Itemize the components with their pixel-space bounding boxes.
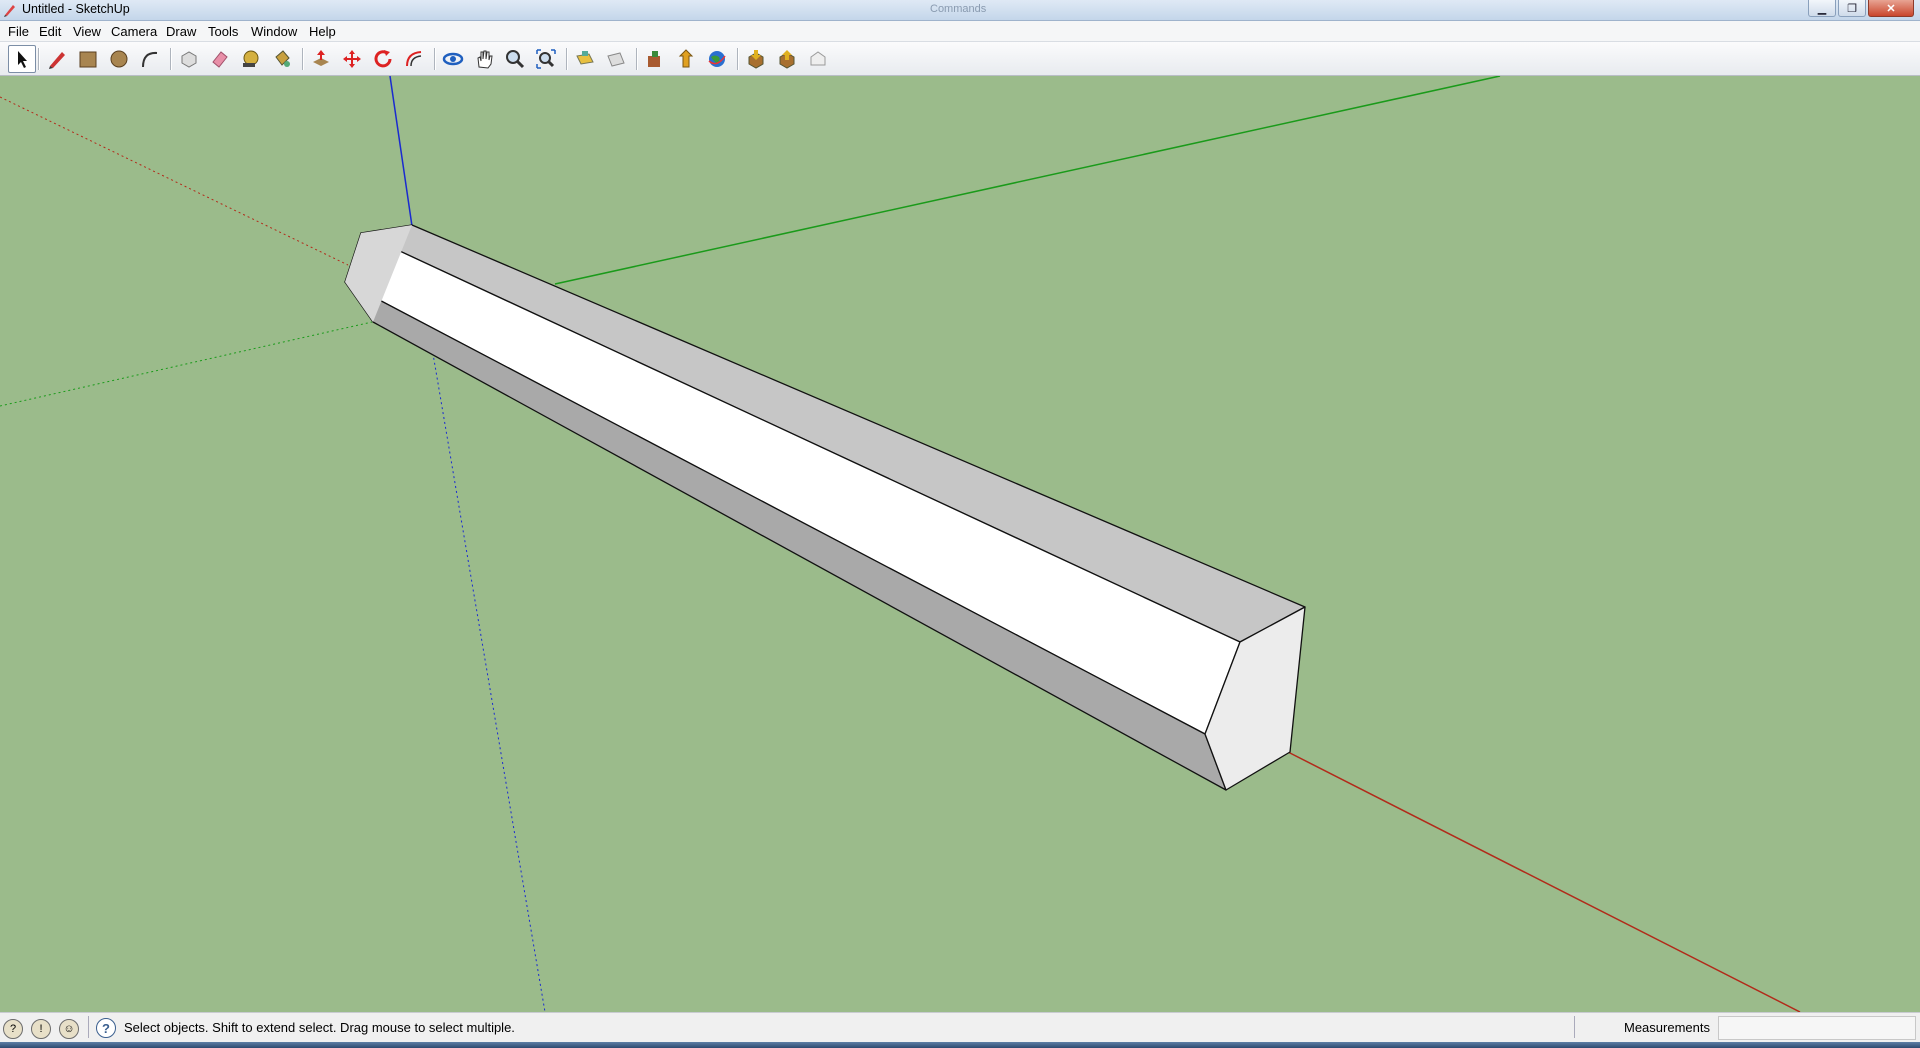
move-tool-button[interactable]: [339, 46, 365, 72]
add-location-icon: [576, 51, 594, 65]
push-pull-icon: [313, 50, 329, 66]
sketchup-app-icon: [4, 5, 15, 17]
blue-axis: [389, 76, 413, 227]
pencil-tool-button[interactable]: [44, 46, 70, 72]
measurements-input[interactable]: [1718, 1016, 1916, 1040]
pan-icon: [477, 50, 493, 69]
green-axis-dotted: [0, 321, 373, 407]
add-location-tool-button[interactable]: [572, 46, 598, 72]
make-component-tool-button[interactable]: [176, 46, 202, 72]
toolbar-separator: [566, 48, 568, 70]
rectangle-icon: [79, 51, 97, 68]
offset-icon: [406, 51, 422, 67]
toolbar-separator: [38, 48, 40, 70]
get-models-icon: [648, 51, 660, 67]
scene-canvas[interactable]: [0, 76, 1920, 1012]
toolbar-separator: [737, 48, 739, 70]
get-models-3d-tool-button[interactable]: [743, 46, 769, 72]
toolbar-separator: [434, 48, 436, 70]
red-axis-dotted: [0, 96, 349, 266]
toolbar-separator: [636, 48, 638, 70]
title-bar: Untitled - SketchUp Commands ▁ ❐ ✕: [0, 0, 1920, 21]
tape-measure-icon: [243, 50, 259, 67]
beam-front-face[interactable]: [344, 232, 1241, 735]
orbit-tool-button[interactable]: [440, 46, 466, 72]
share-model-tool-button[interactable]: [673, 46, 699, 72]
menu-help[interactable]: Help: [309, 24, 336, 39]
select-tool-button[interactable]: [8, 45, 36, 73]
eraser-tool-button[interactable]: [207, 46, 233, 72]
tape-measure-tool-button[interactable]: [238, 46, 264, 72]
offset-tool-button[interactable]: [401, 46, 427, 72]
geo-location-icon[interactable]: ?: [3, 1019, 23, 1039]
main-toolbar: [0, 42, 1920, 76]
extension-warehouse-icon: [810, 51, 826, 66]
zoom-extents-tool-button[interactable]: [533, 46, 559, 72]
rotate-tool-button[interactable]: [370, 46, 396, 72]
window-title: Untitled - SketchUp: [22, 2, 130, 16]
maximize-button[interactable]: ❐: [1838, 0, 1866, 17]
share-component-icon: [779, 50, 795, 69]
make-component-icon: [181, 51, 197, 68]
help-icon[interactable]: ?: [96, 1018, 116, 1038]
close-button[interactable]: ✕: [1868, 0, 1914, 17]
eraser-icon: [212, 51, 228, 68]
menu-tools[interactable]: Tools: [208, 24, 238, 39]
paint-bucket-tool-button[interactable]: [269, 46, 295, 72]
rotate-icon: [374, 50, 392, 68]
red-axis: [1287, 751, 1801, 1012]
google-earth-icon: [708, 51, 726, 67]
pan-tool-button[interactable]: [471, 46, 497, 72]
os-taskbar: [0, 1042, 1920, 1048]
menu-draw[interactable]: Draw: [166, 24, 196, 39]
menu-camera[interactable]: Camera: [111, 24, 157, 39]
status-message: Select objects. Shift to extend select. …: [124, 1020, 515, 1035]
window-controls: ▁ ❐ ✕: [1806, 0, 1914, 18]
zoom-tool-button[interactable]: [502, 46, 528, 72]
menu-edit[interactable]: Edit: [39, 24, 61, 39]
share-component-tool-button[interactable]: [774, 46, 800, 72]
green-axis: [554, 76, 1501, 285]
push-pull-tool-button[interactable]: [308, 46, 334, 72]
zoom-extents-icon: [536, 49, 556, 69]
hexagonal-beam[interactable]: [344, 224, 1306, 791]
arc-icon: [142, 51, 158, 68]
pencil-icon: [49, 52, 65, 69]
minimize-button[interactable]: ▁: [1808, 0, 1836, 17]
menu-file[interactable]: File: [8, 24, 29, 39]
select-icon: [18, 51, 27, 68]
get-models-tool-button[interactable]: [642, 46, 668, 72]
toolbar-separator: [170, 48, 172, 70]
user-account-icon[interactable]: ☺: [59, 1019, 79, 1039]
zoom-icon: [506, 50, 525, 69]
circle-tool-button[interactable]: [106, 46, 132, 72]
extension-warehouse-tool-button[interactable]: [805, 46, 831, 72]
toggle-terrain-tool-button[interactable]: [603, 46, 629, 72]
rectangle-tool-button[interactable]: [75, 46, 101, 72]
toolbar-separator: [302, 48, 304, 70]
toggle-terrain-icon: [607, 52, 625, 67]
beam-top-face[interactable]: [360, 224, 1306, 643]
menu-window[interactable]: Window: [251, 24, 297, 39]
share-model-icon: [678, 49, 694, 68]
google-earth-tool-button[interactable]: [704, 46, 730, 72]
blue-axis-dotted: [431, 347, 546, 1012]
paint-bucket-icon: [275, 50, 290, 67]
menu-bar: File Edit View Camera Draw Tools Window …: [0, 21, 1920, 42]
arc-tool-button[interactable]: [137, 46, 163, 72]
window-ghost-title: Commands: [930, 3, 987, 15]
menu-view[interactable]: View: [73, 24, 101, 39]
measurements-label: Measurements: [1624, 1020, 1710, 1035]
credits-icon[interactable]: !: [31, 1019, 51, 1039]
model-viewport[interactable]: [0, 76, 1920, 1012]
move-icon: [343, 50, 361, 68]
status-divider: [1574, 1016, 1575, 1038]
get-models-3d-icon: [748, 50, 764, 69]
orbit-icon: [442, 52, 464, 66]
circle-icon: [110, 50, 128, 68]
status-divider: [88, 1016, 89, 1038]
status-bar: ? ! ☺ ? Select objects. Shift to extend …: [0, 1012, 1920, 1043]
